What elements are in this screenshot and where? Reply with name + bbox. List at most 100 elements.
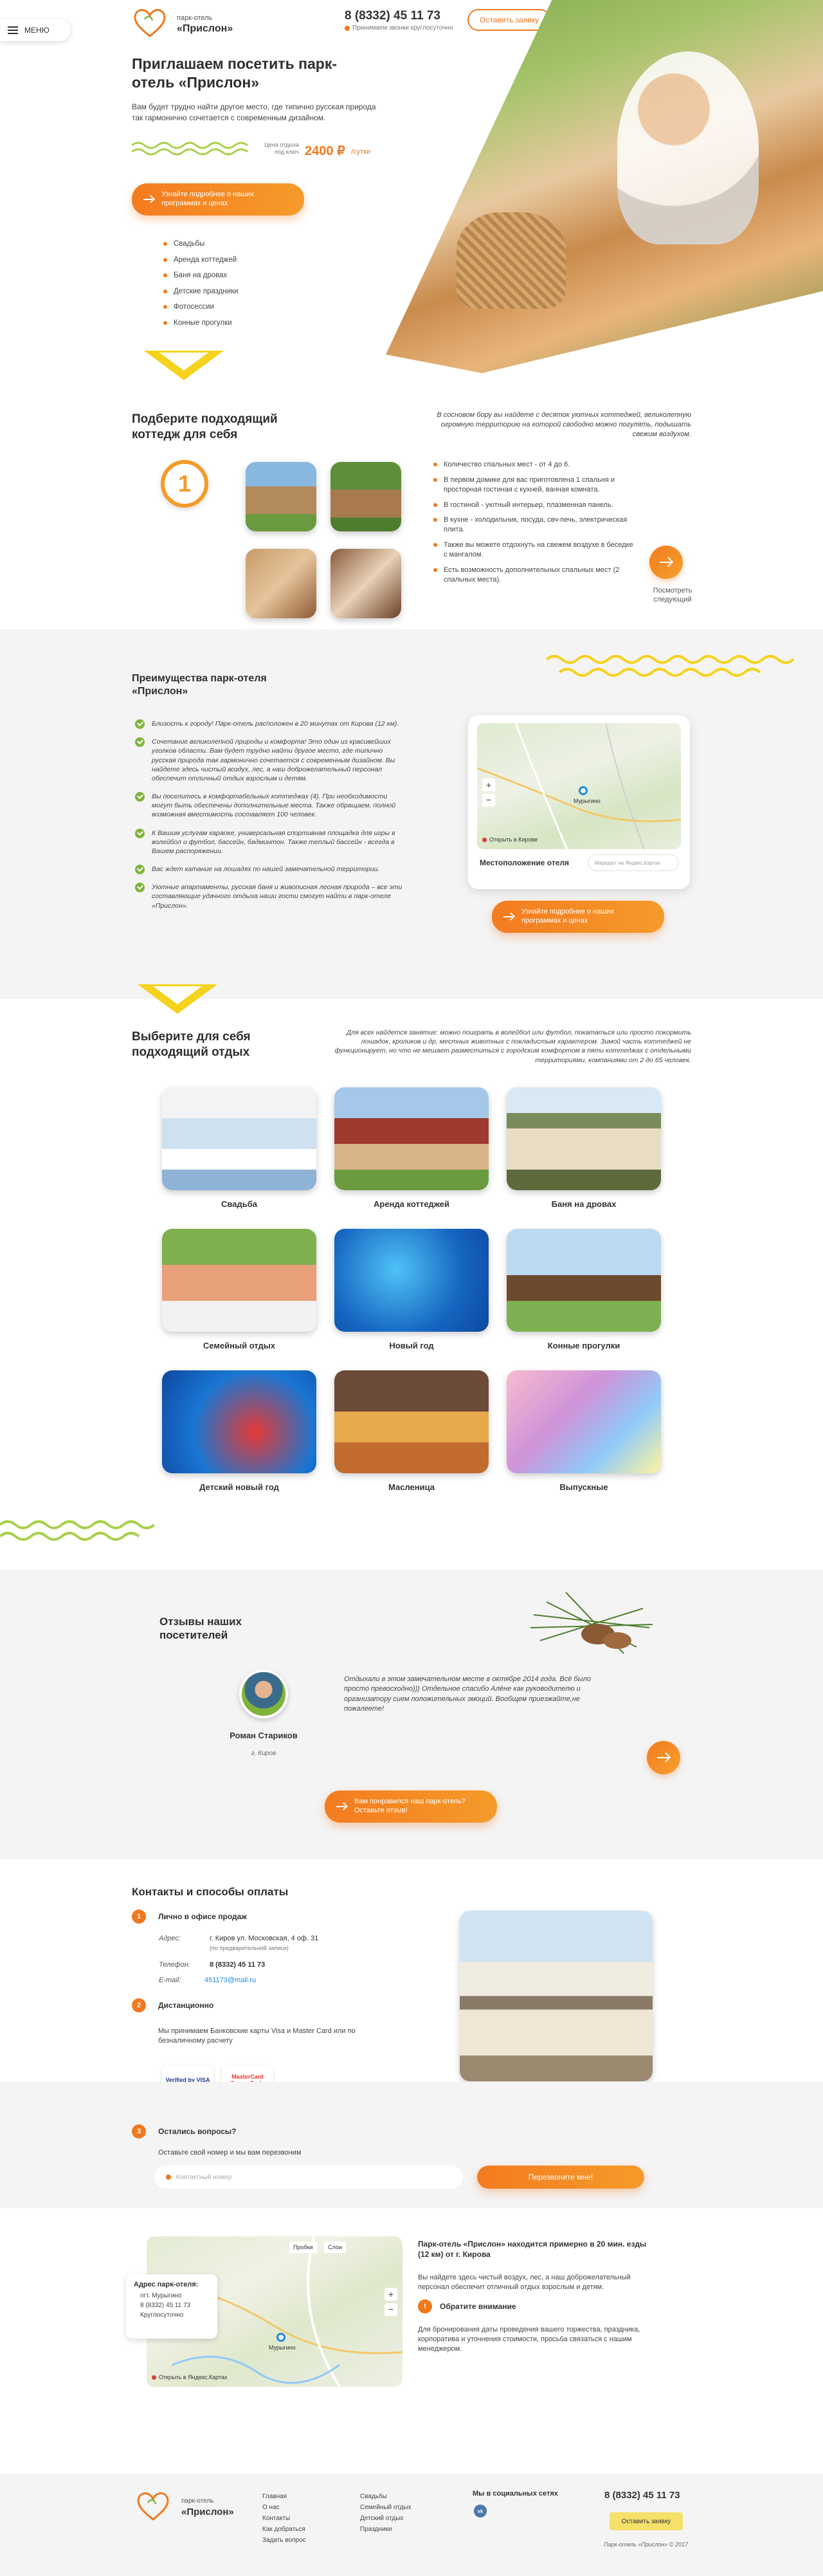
services-list: Свадьбы Аренда коттеджей Баня на дровах … — [162, 239, 303, 334]
map-zoom-out-button[interactable]: − — [482, 794, 495, 807]
activity-title: Детский новый год — [199, 1482, 279, 1492]
map-route-input[interactable]: Маршрут на Яндекс.Картах — [588, 854, 679, 871]
yellow-triangle-inner — [159, 353, 208, 371]
cottage-photo-interior[interactable] — [246, 549, 316, 618]
location-map[interactable]: + − Мурыгино Открыть в Кирове — [477, 723, 681, 849]
copyright: Парк-отель «Прислон» © 2017 — [603, 2541, 688, 2548]
activity-photo — [507, 1370, 661, 1473]
map-open-link[interactable]: Открыть в Яндекс.Картах — [152, 2374, 227, 2380]
feature-item: Есть возможность дополнительных спальных… — [432, 566, 638, 585]
footer-link[interactable]: Главная — [262, 2493, 306, 2500]
email-link[interactable]: 451173@mail.ru — [204, 1976, 256, 1984]
next-cottage-button[interactable] — [649, 546, 683, 579]
advantage-item: Близость к городу! Парк-отель расположен… — [135, 719, 405, 730]
map-open-link[interactable]: Открыть в Кирове — [482, 836, 538, 843]
footer-cta-button[interactable]: Оставить заявку — [610, 2512, 683, 2530]
footer-link[interactable]: Детский отдых — [360, 2515, 412, 2522]
address-line[interactable]: 8 (8332) 45 11 73 — [134, 2302, 210, 2309]
activity-card[interactable]: Масленица — [334, 1370, 489, 1492]
header-phone[interactable]: 8 (8332) 45 11 73 — [345, 9, 440, 23]
cottage-photo-exterior[interactable] — [246, 462, 316, 531]
map-marker-icon — [152, 2375, 156, 2380]
activity-card[interactable]: Баня на дровах — [507, 1087, 661, 1209]
callback-button[interactable]: Перезвоните мне! — [477, 2166, 644, 2189]
activity-card[interactable]: Семейный отдых — [162, 1229, 316, 1350]
logo-big-text: «Прислон» — [181, 2507, 234, 2517]
location-heading: Парк-отель «Прислон» находится примерно … — [418, 2240, 647, 2259]
map-traffic-button[interactable]: Пробки — [289, 2241, 317, 2253]
footer-link[interactable]: Задать вопрос — [262, 2537, 306, 2544]
service-item[interactable]: Аренда коттеджей — [162, 255, 303, 266]
footer-link[interactable]: Контакты — [262, 2515, 306, 2522]
hero-more-button[interactable]: Узнайте подробнее о наших программах и ц… — [132, 183, 304, 216]
activity-card[interactable]: Выпускные — [507, 1370, 661, 1492]
cottage-photo-bedroom[interactable] — [330, 549, 401, 618]
service-item[interactable]: Свадьбы — [162, 239, 303, 250]
green-wave-decoration — [132, 142, 248, 156]
map-zoom-in-button[interactable]: + — [384, 2288, 397, 2301]
activity-photo — [334, 1370, 489, 1473]
reviews-title: Отзывы наших посетителей — [159, 1615, 242, 1642]
footer-link[interactable]: Как добраться — [262, 2526, 306, 2533]
activity-card[interactable]: Новый год — [334, 1229, 489, 1350]
contacts-title: Контакты и способы оплаты — [132, 1886, 289, 1898]
advantages-more-button[interactable]: Узнайте подробнее о наших программах и ц… — [492, 901, 664, 933]
activity-title: Выпускные — [559, 1482, 608, 1492]
reviewer-name: Роман Стариков — [230, 1731, 298, 1740]
map-zoom-out-button[interactable]: − — [384, 2303, 397, 2316]
hamburger-icon — [8, 26, 18, 34]
map-card-title: Местоположение отеля — [480, 858, 570, 867]
service-item[interactable]: Фотосессии — [162, 302, 303, 313]
price-unit: /сутки — [351, 148, 371, 156]
step3-title: Остались вопросы? — [158, 2127, 237, 2136]
map-layers-button[interactable]: Слои — [324, 2241, 346, 2253]
service-item[interactable]: Конные прогулки — [162, 318, 303, 329]
activity-title: Новый год — [389, 1341, 434, 1350]
next-cottage-label[interactable]: Посмотреть следующий — [646, 587, 699, 605]
header-cta-button[interactable]: Оставить заявку — [467, 9, 551, 31]
activity-card[interactable]: Детский новый год — [162, 1370, 316, 1492]
footer-link[interactable]: Праздники — [360, 2526, 412, 2533]
phone-value[interactable]: 8 (8332) 45 11 73 — [210, 1961, 265, 1969]
activities-title: Выберите для себя подходящий отдых — [132, 1030, 251, 1059]
footer-link[interactable]: Свадьбы — [360, 2493, 412, 2500]
feature-item: Количество спальных мест - от 4 до 6. — [432, 460, 638, 470]
footer-phone[interactable]: 8 (8332) 45 11 73 — [604, 2490, 680, 2501]
location-text: Вы найдете здесь чистый воздух, лес, а н… — [418, 2274, 631, 2291]
arrow-right-icon — [143, 196, 155, 203]
leave-review-button[interactable]: Вам понравился наш парк-отель? Оставьте … — [325, 1790, 497, 1823]
activity-card[interactable]: Конные прогулки — [507, 1229, 661, 1350]
map-pin-icon[interactable] — [276, 2333, 285, 2342]
footer-link[interactable]: Семейный отдых — [360, 2504, 412, 2511]
logo[interactable]: парк-отель «Прислон» — [132, 6, 241, 39]
step2-text: Мы принимаем Банковские карты Visa и Mas… — [158, 2027, 356, 2045]
footer-link[interactable]: О нас — [262, 2504, 306, 2511]
service-item[interactable]: Детские праздники — [162, 287, 303, 297]
footer-logo[interactable]: парк-отель «Прислон» — [135, 2490, 244, 2522]
callback-phone-input[interactable]: Контактный номер — [154, 2166, 463, 2189]
attention-title: Обратите внимание — [440, 2302, 516, 2311]
activity-title: Масленица — [388, 1482, 435, 1492]
activity-card[interactable]: Аренда коттеджей — [334, 1087, 489, 1209]
footer-nav-col2: Свадьбы Семейный отдых Детский отдых Пра… — [360, 2493, 412, 2537]
activity-card[interactable]: Свадьба — [162, 1087, 316, 1209]
map-zoom-in-button[interactable]: + — [482, 778, 495, 791]
activity-title: Аренда коттеджей — [374, 1199, 449, 1209]
activity-title: Баня на дровах — [551, 1199, 617, 1209]
cottages-title: Подберите подходящий коттедж для себя — [132, 412, 278, 441]
next-review-button[interactable] — [647, 1741, 680, 1774]
activity-photo — [507, 1229, 661, 1332]
office-house-photo — [460, 1911, 653, 2081]
reviewer-city: г. Киров — [251, 1750, 276, 1757]
cottage-photo-garden[interactable] — [330, 462, 401, 531]
pine-cone-decoration — [530, 1592, 653, 1654]
cottage-features: Количество спальных мест - от 4 до 6. В … — [432, 460, 638, 590]
vk-icon[interactable]: vk — [474, 2505, 487, 2517]
activity-photo — [334, 1229, 489, 1332]
location-map-card: + − Мурыгино Открыть в Кирове Местополож… — [468, 715, 690, 889]
service-item[interactable]: Баня на дровах — [162, 271, 303, 281]
map-pin-icon[interactable] — [579, 786, 588, 795]
menu-toggle[interactable]: МЕНЮ — [0, 19, 71, 41]
footer — [0, 2474, 823, 2576]
feature-item: Также вы можете отдохнуть на свежем возд… — [432, 540, 638, 560]
